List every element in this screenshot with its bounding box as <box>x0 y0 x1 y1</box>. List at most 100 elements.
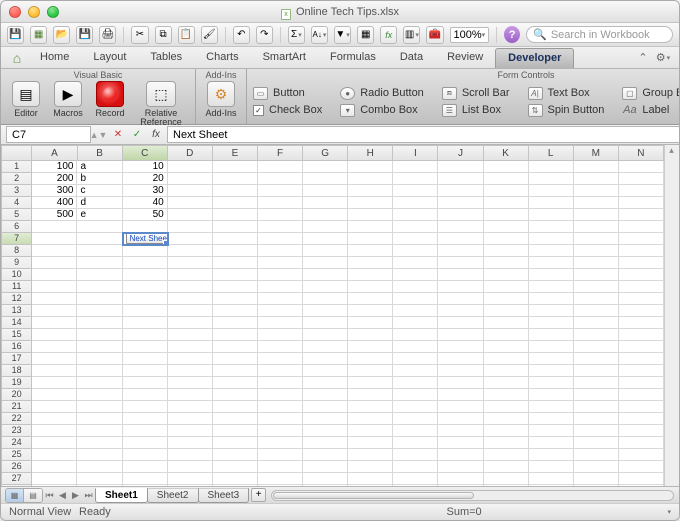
cell[interactable] <box>348 389 393 401</box>
cell[interactable] <box>529 341 574 353</box>
cell[interactable] <box>393 221 438 233</box>
sheet-tab[interactable]: Sheet1 <box>95 488 148 503</box>
cell[interactable] <box>348 437 393 449</box>
cell[interactable] <box>168 413 213 425</box>
listbox-control[interactable]: ☰List Box <box>442 102 510 118</box>
row-header[interactable]: 2 <box>1 173 32 185</box>
cell[interactable] <box>303 257 348 269</box>
cell[interactable] <box>619 329 664 341</box>
cell[interactable] <box>574 437 619 449</box>
cell[interactable] <box>123 257 168 269</box>
cell[interactable] <box>438 329 483 341</box>
cell[interactable] <box>574 317 619 329</box>
add-sheet-button[interactable]: + <box>251 488 266 502</box>
cell[interactable] <box>529 221 574 233</box>
addins-button[interactable]: ⚙Add-Ins <box>202 81 240 118</box>
cell[interactable] <box>619 425 664 437</box>
cell[interactable]: 20 <box>123 173 168 185</box>
cell[interactable]: 500 <box>32 209 77 221</box>
cell[interactable] <box>484 209 529 221</box>
cell[interactable] <box>348 425 393 437</box>
cell[interactable] <box>619 389 664 401</box>
cell[interactable] <box>619 449 664 461</box>
cell[interactable] <box>168 473 213 485</box>
cell[interactable] <box>123 305 168 317</box>
cell[interactable] <box>393 185 438 197</box>
cell[interactable] <box>529 413 574 425</box>
tab-home[interactable]: Home <box>28 48 81 68</box>
cell[interactable] <box>529 461 574 473</box>
cell[interactable] <box>438 245 483 257</box>
cell[interactable] <box>168 461 213 473</box>
ribbon-options-icon[interactable]: ⚙▾ <box>655 50 671 66</box>
view-icon[interactable]: ▦ <box>30 26 47 44</box>
cell[interactable] <box>303 173 348 185</box>
cell[interactable] <box>123 389 168 401</box>
cell[interactable] <box>393 461 438 473</box>
cell[interactable] <box>213 233 258 245</box>
cell[interactable] <box>123 461 168 473</box>
cell[interactable] <box>77 413 122 425</box>
cell[interactable] <box>123 341 168 353</box>
cell[interactable] <box>484 329 529 341</box>
tab-review[interactable]: Review <box>435 48 495 68</box>
cell[interactable] <box>574 449 619 461</box>
cell[interactable] <box>123 413 168 425</box>
cell[interactable] <box>213 173 258 185</box>
cell[interactable] <box>348 473 393 485</box>
cell[interactable] <box>348 269 393 281</box>
cell[interactable] <box>32 365 77 377</box>
cell[interactable] <box>303 341 348 353</box>
cell[interactable] <box>438 305 483 317</box>
next-sheet-icon[interactable]: ▶ <box>69 489 82 502</box>
cell[interactable] <box>123 437 168 449</box>
cell[interactable] <box>303 437 348 449</box>
cell[interactable] <box>303 233 348 245</box>
cell[interactable] <box>574 401 619 413</box>
cell[interactable] <box>574 185 619 197</box>
cell[interactable] <box>123 473 168 485</box>
cell[interactable] <box>77 317 122 329</box>
formula-input[interactable]: Next Sheet <box>167 126 679 143</box>
cell[interactable] <box>393 269 438 281</box>
cell[interactable] <box>123 293 168 305</box>
cell[interactable] <box>393 245 438 257</box>
cell[interactable] <box>77 305 122 317</box>
col-header[interactable]: N <box>619 145 664 161</box>
status-menu-icon[interactable]: ▾ <box>667 508 671 516</box>
cell[interactable] <box>438 473 483 485</box>
record-button[interactable]: Record <box>91 81 129 118</box>
cell[interactable] <box>484 449 529 461</box>
cell[interactable] <box>32 245 77 257</box>
cell[interactable] <box>77 389 122 401</box>
sheet-tab[interactable]: Sheet3 <box>198 488 250 503</box>
cell[interactable] <box>438 209 483 221</box>
minimize-window-button[interactable] <box>28 6 40 18</box>
cell[interactable] <box>529 401 574 413</box>
cell[interactable] <box>484 197 529 209</box>
cell[interactable] <box>258 293 303 305</box>
sheet-tab[interactable]: Sheet2 <box>147 488 199 503</box>
cell[interactable] <box>258 221 303 233</box>
cell[interactable] <box>303 377 348 389</box>
cell[interactable] <box>77 269 122 281</box>
cell[interactable] <box>574 425 619 437</box>
cell[interactable] <box>574 173 619 185</box>
insert-fx-icon[interactable]: fx <box>148 127 164 142</box>
cell[interactable] <box>213 401 258 413</box>
cell[interactable] <box>258 317 303 329</box>
cell[interactable] <box>213 197 258 209</box>
row-header[interactable]: 12 <box>1 293 32 305</box>
row-header[interactable]: 1 <box>1 161 32 173</box>
cell[interactable] <box>574 293 619 305</box>
col-header[interactable]: M <box>574 145 619 161</box>
cell[interactable] <box>529 257 574 269</box>
cell[interactable] <box>348 161 393 173</box>
cell[interactable] <box>168 269 213 281</box>
cell[interactable] <box>213 305 258 317</box>
collapse-ribbon-icon[interactable]: ⌃ <box>635 50 651 66</box>
cell[interactable] <box>484 221 529 233</box>
cell[interactable] <box>32 329 77 341</box>
cell[interactable] <box>213 269 258 281</box>
cell[interactable] <box>484 161 529 173</box>
